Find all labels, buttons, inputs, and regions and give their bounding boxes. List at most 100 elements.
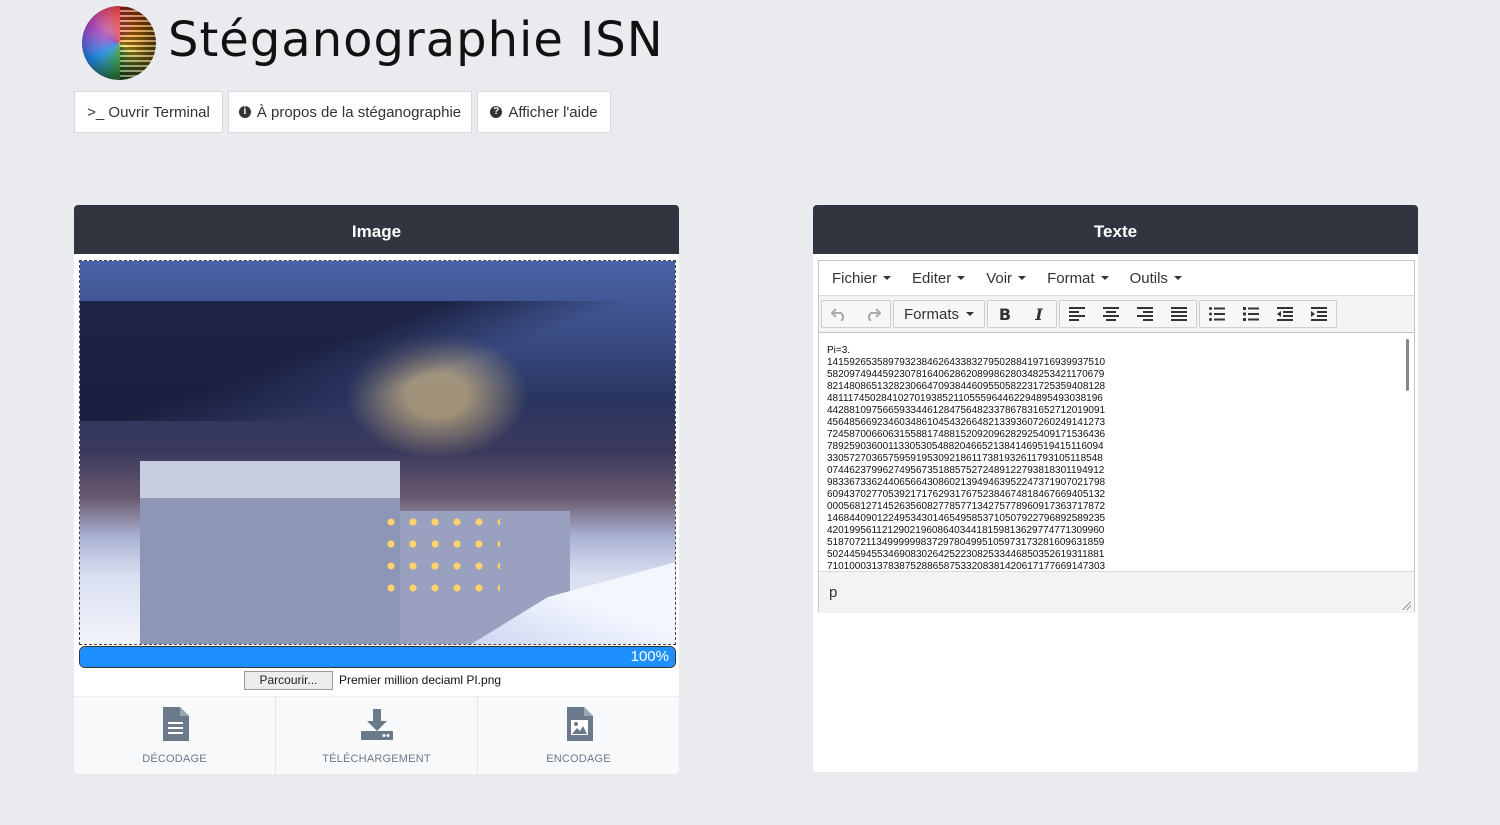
encode-button[interactable]: ENCODAGE — [478, 697, 679, 774]
align-right-icon — [1137, 307, 1154, 321]
decode-label: DÉCODAGE — [142, 753, 207, 765]
align-justify-icon — [1171, 307, 1188, 321]
align-right-button[interactable] — [1128, 301, 1162, 327]
editor-text-line: Pi=3. — [827, 345, 851, 356]
image-actions: DÉCODAGE TÉLÉCHARGEMENT ENCODAGE — [74, 696, 679, 774]
image-icon — [566, 707, 593, 741]
editor-text-line: 1468440901224953430146549585371050792279… — [827, 513, 1106, 524]
editor-text-line: 3305727036575959195309218611738193261179… — [827, 453, 1103, 464]
editor-text-line: 4811174502841027019385211055596446229489… — [827, 393, 1103, 404]
texte-panel: Texte Fichier Editer Voir Format Outils … — [813, 205, 1418, 772]
editor-text-line: 5187072113499999983729780499510597317328… — [827, 537, 1105, 548]
bullet-list-button[interactable] — [1200, 301, 1234, 327]
decode-button[interactable]: DÉCODAGE — [74, 697, 276, 774]
undo-button[interactable] — [822, 301, 856, 327]
editor-menubar: Fichier Editer Voir Format Outils — [819, 261, 1414, 296]
image-dropzone[interactable] — [79, 260, 676, 645]
document-icon — [162, 707, 189, 741]
editor-text-line: 0005681271452635608277857713427577896091… — [827, 501, 1106, 512]
show-help-button[interactable]: ? Afficher l'aide — [477, 91, 611, 133]
menu-voir[interactable]: Voir — [977, 270, 1035, 287]
history-group — [821, 300, 891, 328]
image-panel-title: Image — [74, 205, 679, 254]
redo-button[interactable] — [856, 301, 890, 327]
italic-button[interactable]: I — [1022, 301, 1056, 327]
menu-editer[interactable]: Editer — [903, 270, 974, 287]
indent-button[interactable] — [1302, 301, 1336, 327]
progress-bar: 100% — [79, 646, 676, 668]
caret-down-icon — [1018, 276, 1027, 280]
info-icon: i — [238, 106, 251, 118]
image-panel: Image 100% Parcourir... Premier million … — [74, 205, 679, 774]
align-center-button[interactable] — [1094, 301, 1128, 327]
menu-format[interactable]: Format — [1038, 270, 1118, 287]
editor-text-line: 5820974944592307816406286208998628034825… — [827, 369, 1105, 380]
formats-group: Formats — [893, 300, 986, 328]
browse-button[interactable]: Parcourir... — [244, 670, 333, 690]
editor-text-line: 0744623799627495673518857527248912279381… — [827, 465, 1105, 476]
formats-label: Formats — [904, 305, 960, 323]
app-title: Stéganographie ISN — [168, 12, 664, 68]
app-logo — [82, 6, 156, 80]
align-left-button[interactable] — [1060, 301, 1094, 327]
editor-text-line: 4428810975665933446128475648233786783165… — [827, 405, 1106, 416]
undo-icon — [831, 308, 844, 321]
menu-outils-label: Outils — [1129, 269, 1168, 287]
align-justify-button[interactable] — [1162, 301, 1196, 327]
editor-text-line: 9833673362440656643086021394946395224737… — [827, 477, 1106, 488]
about-steganography-label: À propos de la stéganographie — [256, 103, 462, 121]
caret-down-icon — [966, 312, 975, 316]
editor-text-line: 7892590360011330530548820466521384146951… — [827, 441, 1104, 452]
show-help-label: Afficher l'aide — [508, 103, 598, 121]
menu-outils[interactable]: Outils — [1121, 270, 1191, 287]
align-center-icon — [1103, 307, 1120, 321]
resize-handle-icon[interactable] — [1402, 601, 1411, 610]
align-group — [1059, 300, 1198, 328]
file-name: Premier million deciaml PI.png — [339, 673, 502, 687]
bold-icon: B — [998, 304, 1012, 324]
menu-fichier-label: Fichier — [832, 269, 878, 287]
progress-fill — [80, 647, 675, 667]
texte-panel-title: Texte — [813, 205, 1418, 254]
editor-text-line: 4201995611212902196086403441815981362977… — [827, 525, 1105, 536]
editor-text-line: 1415926535897932384626433832795028841971… — [827, 357, 1106, 368]
redo-icon — [868, 308, 881, 321]
outdent-icon — [1277, 307, 1294, 321]
caret-down-icon — [883, 276, 892, 280]
numbered-list-icon — [1243, 307, 1260, 321]
editor-toolbar: Formats B I — [819, 296, 1414, 333]
element-path: p — [829, 584, 838, 601]
menu-fichier[interactable]: Fichier — [823, 270, 900, 287]
open-terminal-button[interactable]: >_ Ouvrir Terminal — [74, 91, 223, 133]
menu-format-label: Format — [1047, 269, 1095, 287]
help-icon: ? — [490, 106, 503, 118]
caret-down-icon — [1100, 276, 1109, 280]
align-left-icon — [1069, 307, 1086, 321]
menu-editer-label: Editer — [912, 269, 952, 287]
formats-dropdown[interactable]: Formats — [894, 301, 984, 327]
rich-text-editor: Fichier Editer Voir Format Outils Format… — [818, 260, 1415, 613]
numbered-list-button[interactable] — [1234, 301, 1268, 327]
caret-down-icon — [1173, 276, 1182, 280]
menu-voir-label: Voir — [986, 269, 1013, 287]
outdent-button[interactable] — [1268, 301, 1302, 327]
editor-statusbar: p — [819, 571, 1414, 613]
indent-icon — [1311, 307, 1328, 321]
editor-text-line: 6094370277053921717629317675238467481846… — [827, 489, 1106, 500]
editor-text-line: 7245870066063155881748815209209628292540… — [827, 429, 1106, 440]
editor-text-line: 4564856692346034861045432664821339360726… — [827, 417, 1106, 428]
about-steganography-button[interactable]: i À propos de la stéganographie — [228, 91, 472, 133]
encode-label: ENCODAGE — [546, 753, 611, 765]
open-terminal-label: >_ Ouvrir Terminal — [87, 103, 210, 121]
bold-button[interactable]: B — [988, 301, 1022, 327]
scrollbar-thumb[interactable] — [1406, 339, 1409, 391]
download-button[interactable]: TÉLÉCHARGEMENT — [276, 697, 478, 774]
download-label: TÉLÉCHARGEMENT — [322, 753, 431, 765]
editor-text-line: 8214808651328230664709384460955058223172… — [827, 381, 1106, 392]
editor-content[interactable]: Pi=3. 14159265358979323846264338327950288… — [819, 333, 1414, 571]
editor-text-line: 5024459455346908302642522308253344685035… — [827, 549, 1105, 560]
progress-label: 100% — [630, 648, 669, 665]
download-icon — [360, 709, 393, 740]
file-input: Parcourir... Premier million deciaml PI.… — [244, 670, 501, 690]
preview-image — [80, 261, 675, 644]
